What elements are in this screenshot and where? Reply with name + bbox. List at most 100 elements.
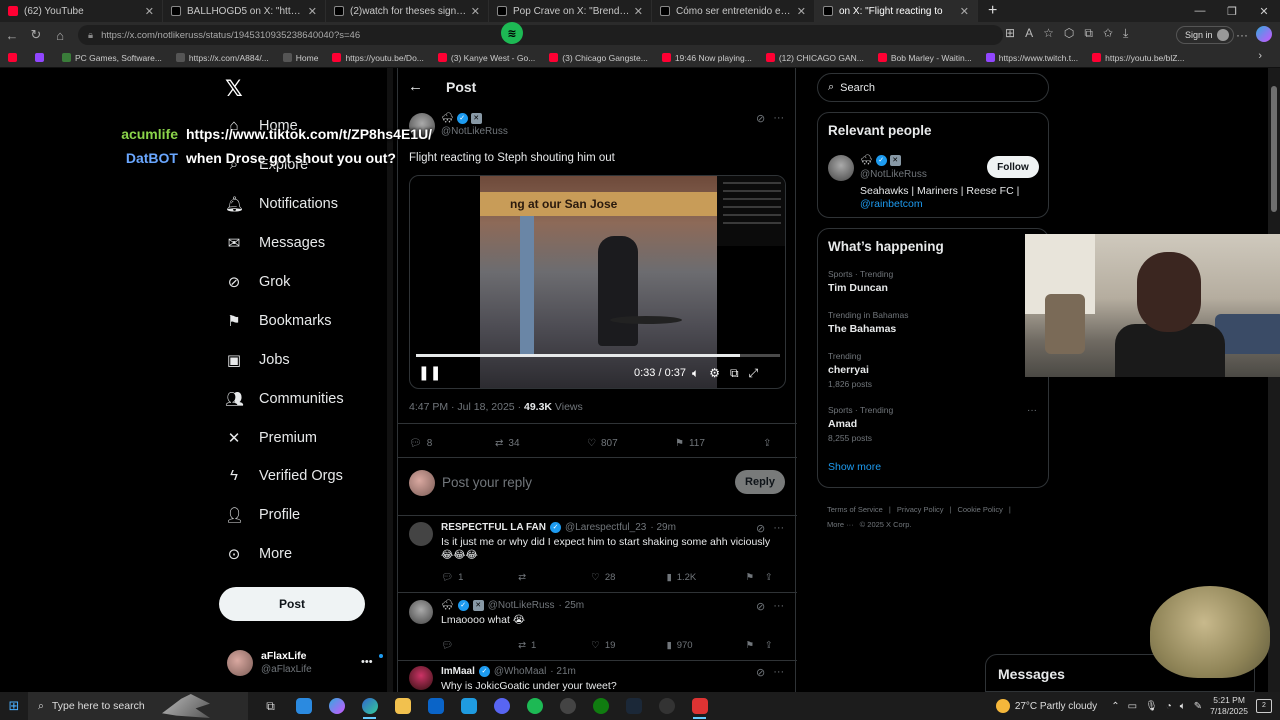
relevant-handle[interactable]: @NotLikeRuss xyxy=(860,169,927,180)
close-window-icon[interactable]: ✕ xyxy=(1248,5,1280,18)
footer-link[interactable]: More ··· xyxy=(827,520,854,529)
more-options-icon[interactable]: ··· xyxy=(773,112,784,125)
taskbar-clock[interactable]: 5:21 PM 7/18/2025 xyxy=(1210,695,1248,717)
reply-author-handle[interactable]: @NotLikeRuss xyxy=(488,600,555,611)
video-progress-bar[interactable] xyxy=(416,354,780,357)
footer-link[interactable]: Cookie Policy xyxy=(957,505,1002,514)
taskbar-search-input[interactable]: ⌕ Type here to search xyxy=(28,692,248,720)
reload-icon[interactable]: ↻ xyxy=(24,27,48,43)
more-options-icon[interactable]: ··· xyxy=(773,666,784,679)
tab-close-icon[interactable]: ✕ xyxy=(308,5,317,18)
search-input[interactable]: ⌕ Search xyxy=(817,73,1049,102)
bookmark-item[interactable]: https://youtu.be/Do... xyxy=(332,53,424,63)
reply-time[interactable]: · 25m xyxy=(559,600,585,611)
grok-icon[interactable]: ⊘ xyxy=(756,112,765,125)
relevant-name[interactable]: 🌨︎ ✓ ✕ xyxy=(860,155,901,166)
xbox-icon[interactable] xyxy=(584,692,617,720)
bookmark-action[interactable]: ⚑ xyxy=(745,640,764,651)
nav-item-messages[interactable]: ✉ Messages xyxy=(225,234,325,252)
grok-icon[interactable]: ⊘ xyxy=(756,522,765,535)
picture-in-picture-icon[interactable]: ⧉ xyxy=(730,366,739,381)
reply-author-handle[interactable]: @Larespectful_23 xyxy=(565,522,646,533)
bookmark-item[interactable]: https://x.com/A884/... xyxy=(175,53,269,63)
tab-close-icon[interactable]: ✕ xyxy=(634,5,643,18)
reply-time[interactable]: · 29m xyxy=(650,522,676,533)
task-view-icon[interactable]: ⧉ xyxy=(254,692,287,720)
browser-tab[interactable]: BALLHOGD5 on X: "https://t.co/u ✕ xyxy=(163,0,326,22)
bookmark-item[interactable] xyxy=(35,53,48,62)
reply-time[interactable]: · 21m xyxy=(550,666,576,677)
spotify-icon[interactable]: ≋ xyxy=(501,22,523,44)
file-explorer-icon[interactable] xyxy=(386,692,419,720)
nav-item-verified-orgs[interactable]: ϟ Verified Orgs xyxy=(225,467,343,484)
trend-more-icon[interactable]: ··· xyxy=(1027,405,1037,416)
heart-action[interactable]: ♡ 28 xyxy=(591,572,666,583)
footer-link[interactable]: Terms of Service xyxy=(827,505,883,514)
recording-app-icon[interactable] xyxy=(683,692,716,720)
avatar[interactable] xyxy=(409,600,433,624)
reply-action[interactable]: 💬︎ 1 xyxy=(441,572,518,583)
browser-tab[interactable]: Cómo ser entretenido en tus tran ✕ xyxy=(652,0,815,22)
scrollbar-thumb[interactable] xyxy=(1271,86,1277,212)
mic-icon[interactable]: 🎙︎ xyxy=(1145,701,1158,712)
grok-icon[interactable]: ⊘ xyxy=(756,600,765,613)
edge-browser-icon[interactable] xyxy=(353,692,386,720)
bookmark-item[interactable]: (12) CHICAGO GAN... xyxy=(765,53,864,63)
browser-menu-icon[interactable]: ··· xyxy=(1236,28,1248,42)
relevant-avatar[interactable] xyxy=(828,155,854,181)
share-action[interactable]: ⇪ xyxy=(765,572,784,583)
share-action[interactable]: ⇪ xyxy=(765,640,784,651)
show-more-link[interactable]: Show more xyxy=(828,461,881,473)
tab-close-icon[interactable]: ✕ xyxy=(471,5,480,18)
browser-tab[interactable]: on X: "Flight reacting to ✕ xyxy=(815,0,978,22)
wifi-icon[interactable]: ◔ xyxy=(1166,701,1172,712)
spotify-app-icon[interactable] xyxy=(518,692,551,720)
windows-start-icon[interactable]: ⊞ xyxy=(0,698,28,714)
browser-tab[interactable]: (62) YouTube ✕ xyxy=(0,0,163,22)
grok-icon[interactable]: ⊘ xyxy=(756,666,765,679)
copilot-app-icon[interactable] xyxy=(320,692,353,720)
video-player[interactable]: ng at our San Jose ❚❚ 0:33 / 0:37 🔈︎ ⚙ ⧉… xyxy=(409,175,786,389)
bookmark-item[interactable]: Bob Marley - Waitin... xyxy=(877,53,972,63)
photos-icon[interactable] xyxy=(452,692,485,720)
bookmark-item[interactable]: 19:46 Now playing... xyxy=(661,53,752,63)
views-action[interactable]: ▮ 1.2K xyxy=(666,572,745,583)
new-tab-button[interactable]: + xyxy=(978,2,1007,20)
like-action[interactable]: ♡ 807 xyxy=(587,434,675,452)
share-action[interactable]: ⇪ xyxy=(763,434,771,452)
browser-tab[interactable]: (2)watch for theses signs... #greed ✕ xyxy=(326,0,489,22)
trend-item[interactable]: Trending in Bahamas The Bahamas xyxy=(828,310,1043,335)
views-action[interactable]: ▮ 970 xyxy=(666,640,745,651)
bookmark-item[interactable]: Home xyxy=(282,53,318,63)
tray-overflow-icon[interactable]: ⌃ xyxy=(1111,701,1119,712)
outlook-icon[interactable] xyxy=(419,692,452,720)
reply-action[interactable]: 💬︎ 8 xyxy=(409,434,495,452)
bookmark-item[interactable]: (3) Kanye West - Go... xyxy=(437,53,535,63)
post-button[interactable]: Post xyxy=(219,587,365,621)
reply-button[interactable]: Reply xyxy=(735,470,785,494)
apps-icon[interactable]: ⊞ xyxy=(1005,26,1015,41)
repost-action[interactable]: ⇄ 34 xyxy=(495,434,587,452)
downloads-icon[interactable]: ⤓ xyxy=(1123,26,1128,41)
pen-icon[interactable]: ✎ xyxy=(1194,701,1202,712)
nav-item-bookmarks[interactable]: ⚑ Bookmarks xyxy=(225,312,331,330)
settings-gear-icon[interactable]: ⚙ xyxy=(709,366,720,381)
bookmark-item[interactable]: https://www.twitch.t... xyxy=(985,53,1078,63)
media-player-icon[interactable] xyxy=(551,692,584,720)
nav-item-notifications[interactable]: 🔔︎ Notifications xyxy=(225,195,338,213)
home-icon[interactable]: ⌂ xyxy=(48,28,72,43)
obs-icon[interactable] xyxy=(650,692,683,720)
nav-item-more[interactable]: ⊙ More xyxy=(225,545,292,563)
minimize-icon[interactable]: — xyxy=(1184,5,1216,17)
reply-input[interactable]: Post your reply xyxy=(442,475,532,490)
reply-author-name[interactable]: ImMaal xyxy=(441,666,475,677)
nav-item-communities[interactable]: 👥︎ Communities xyxy=(225,390,344,408)
nav-item-premium[interactable]: ✕ Premium xyxy=(225,429,317,447)
bio-link[interactable]: @rainbetcom xyxy=(860,198,923,210)
copilot-icon[interactable] xyxy=(1256,26,1272,42)
weather-widget[interactable]: 27°C Partly cloudy xyxy=(995,699,1097,713)
fullscreen-icon[interactable]: ⤢ xyxy=(749,366,759,381)
account-switcher[interactable]: aFlaxLife @aFlaxLife ••• xyxy=(227,648,383,678)
nav-item-profile[interactable]: 👤︎ Profile xyxy=(225,506,300,524)
back-arrow-icon[interactable]: ← xyxy=(408,78,423,95)
